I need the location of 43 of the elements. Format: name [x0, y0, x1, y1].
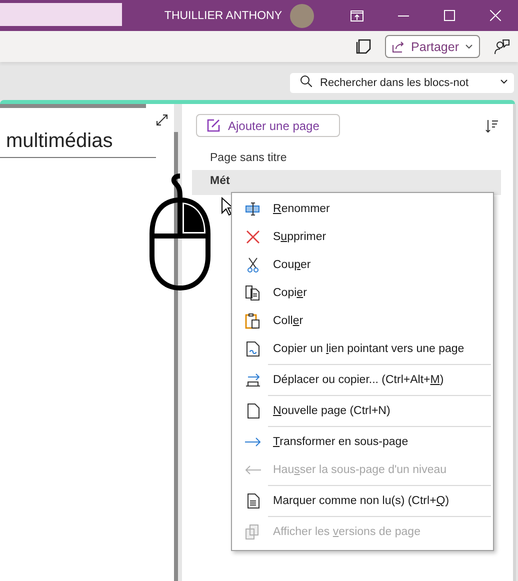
page-item[interactable]: Page sans titre: [192, 145, 501, 170]
title-search-field[interactable]: [0, 3, 122, 26]
menu-item[interactable]: Renommer: [232, 195, 493, 223]
expand-icon[interactable]: [156, 114, 168, 126]
menu-item[interactable]: Marquer comme non lu(s) (Ctrl+Q): [232, 487, 493, 515]
share-button[interactable]: Partager: [385, 35, 480, 58]
sort-icon[interactable]: [485, 118, 499, 132]
menu-item[interactable]: Copier un lien pointant vers une page: [232, 335, 493, 363]
unread-page-icon: [246, 493, 260, 509]
ribbon-display-icon[interactable]: [350, 10, 364, 22]
search-icon: [300, 75, 312, 87]
add-page-button[interactable]: Ajouter une page: [196, 114, 340, 137]
page-title[interactable]: multimédias: [0, 114, 156, 158]
share-icon: [392, 40, 406, 52]
page-icon: [246, 403, 260, 419]
menu-item[interactable]: Coller: [232, 307, 493, 335]
minimize-icon[interactable]: [398, 14, 408, 16]
maximize-icon[interactable]: [444, 10, 454, 21]
rename-icon: [245, 202, 261, 216]
menu-item[interactable]: Supprimer: [232, 223, 493, 251]
right-arrow-icon: [245, 437, 261, 447]
close-icon[interactable]: [490, 10, 500, 21]
chevron-down-icon[interactable]: [500, 78, 508, 84]
sticky-note-icon[interactable]: [356, 39, 372, 54]
menu-item[interactable]: Déplacer ou copier... (Ctrl+Alt+M): [232, 366, 493, 394]
scissors-icon: [247, 257, 259, 273]
feedback-icon[interactable]: [494, 38, 510, 54]
chevron-down-icon: [465, 44, 473, 49]
move-icon: [245, 373, 261, 387]
search-field[interactable]: Rechercher dans les blocs-not: [290, 73, 514, 93]
left-arrow-icon: [245, 465, 261, 475]
menu-item[interactable]: Copier: [232, 279, 493, 307]
menu-item[interactable]: Nouvelle page (Ctrl+N): [232, 397, 493, 425]
versions-icon: [245, 524, 261, 540]
menu-item[interactable]: Couper: [232, 251, 493, 279]
delete-icon: [246, 230, 260, 244]
link-page-icon: [246, 341, 260, 357]
page-item[interactable]: Mét: [192, 170, 501, 195]
user-name: THUILLIER ANTHONY: [164, 10, 282, 22]
paste-icon: [245, 313, 261, 329]
new-page-icon: [207, 119, 220, 132]
menu-item[interactable]: Transformer en sous-page: [232, 428, 493, 456]
copy-icon: [245, 285, 261, 301]
